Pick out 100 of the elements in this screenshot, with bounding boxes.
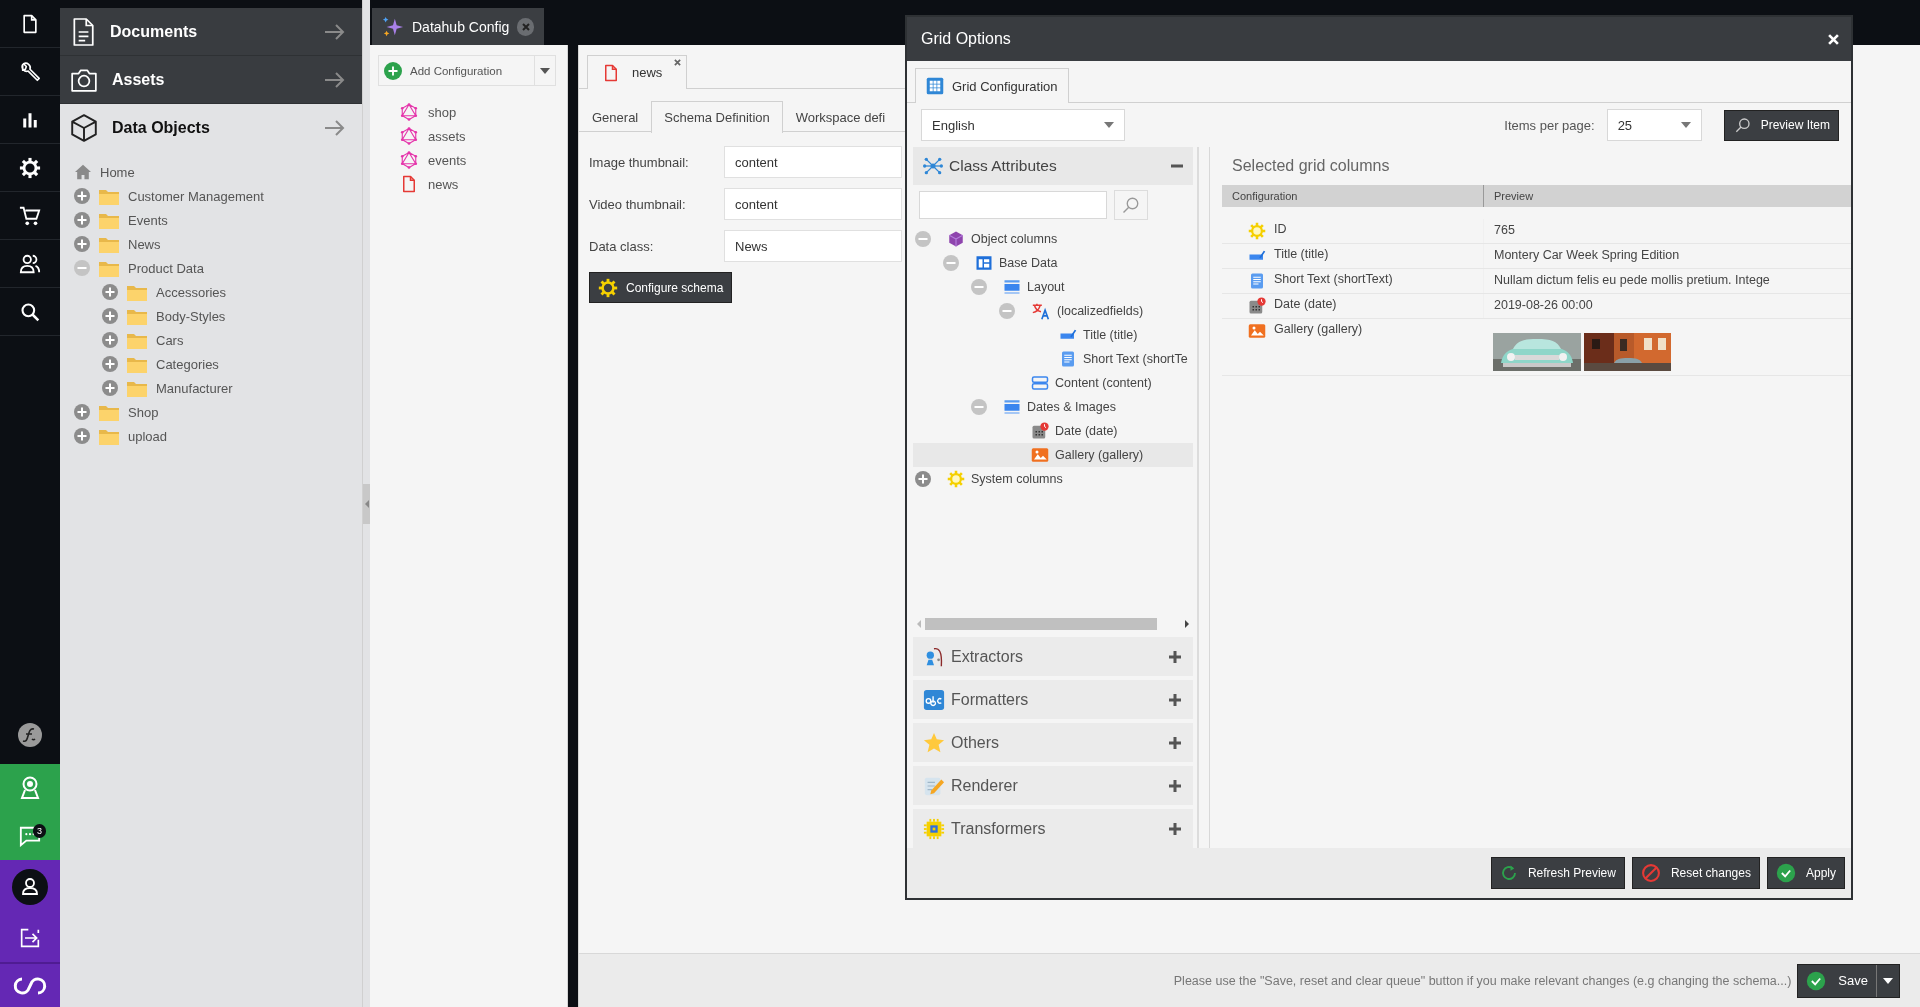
text-field[interactable]: News bbox=[724, 230, 902, 262]
configuration-item[interactable]: events bbox=[428, 152, 467, 168]
tree-item[interactable]: (localizedfields) bbox=[1057, 304, 1144, 318]
image-icon bbox=[1248, 322, 1266, 340]
tree-item[interactable]: upload bbox=[128, 428, 168, 444]
footer-button[interactable]: Refresh Preview bbox=[1490, 857, 1625, 889]
accordion-panel[interactable]: Others bbox=[913, 723, 1193, 762]
tree-row[interactable]: Base Data bbox=[913, 251, 1193, 275]
search-button[interactable] bbox=[1114, 190, 1148, 220]
configuration-item[interactable]: assets bbox=[428, 128, 466, 144]
expand-toggle[interactable] bbox=[915, 471, 931, 487]
tree-item[interactable]: Base Data bbox=[999, 256, 1058, 270]
folder-icon bbox=[126, 331, 148, 349]
items-per-page-select[interactable]: 25 bbox=[1606, 109, 1702, 141]
search-field[interactable] bbox=[919, 191, 1107, 219]
close-icon bbox=[674, 59, 681, 66]
tree-item[interactable]: News bbox=[128, 236, 161, 252]
collapse-toggle[interactable] bbox=[74, 260, 90, 276]
image-icon bbox=[1031, 446, 1049, 464]
close-icon[interactable] bbox=[517, 17, 534, 36]
tab[interactable]: Workspace defi bbox=[782, 101, 899, 132]
preview-item-button[interactable]: Preview Item bbox=[1723, 109, 1839, 141]
tab[interactable]: General bbox=[579, 101, 652, 132]
document-tab[interactable]: news bbox=[587, 55, 687, 89]
tree-row[interactable]: Gallery (gallery) bbox=[913, 443, 1193, 467]
tab[interactable]: Schema Definition bbox=[651, 101, 783, 133]
expand-toggle[interactable] bbox=[74, 404, 90, 420]
tree-item[interactable]: System columns bbox=[971, 472, 1063, 486]
close-icon bbox=[1828, 33, 1839, 45]
expand-toggle[interactable] bbox=[102, 380, 118, 396]
tree-item[interactable]: Gallery (gallery) bbox=[1055, 448, 1144, 462]
tree-item[interactable]: Dates & Images bbox=[1027, 400, 1116, 414]
text-format-icon bbox=[923, 688, 945, 711]
plus-circle-icon bbox=[384, 61, 402, 80]
expand-toggle[interactable] bbox=[74, 212, 90, 228]
expand-toggle[interactable] bbox=[74, 188, 90, 204]
collapse-toggle[interactable] bbox=[943, 255, 959, 271]
expand-toggle[interactable] bbox=[74, 236, 90, 252]
expand-toggle[interactable] bbox=[74, 428, 90, 444]
configure-schema-button[interactable]: Configure schema bbox=[589, 272, 733, 303]
navigation-section[interactable]: Documents bbox=[60, 8, 362, 56]
layout-icon bbox=[1003, 278, 1021, 296]
tree-row[interactable]: Short Text (shortTe bbox=[913, 347, 1193, 371]
tree-row[interactable]: Title (title) bbox=[913, 323, 1193, 347]
collapse-toggle[interactable] bbox=[971, 399, 987, 415]
tree-row[interactable]: Object columns bbox=[913, 227, 1193, 251]
tree-item[interactable]: Customer Management bbox=[128, 188, 264, 204]
tab[interactable]: Grid Configuration bbox=[915, 68, 1069, 103]
app-tab[interactable]: Datahub Config bbox=[372, 8, 544, 45]
expand-toggle[interactable] bbox=[102, 356, 118, 372]
collapse-handle[interactable] bbox=[363, 483, 370, 524]
tree-item[interactable]: Layout bbox=[1027, 280, 1065, 294]
tree-row[interactable]: Layout bbox=[913, 275, 1193, 299]
accordion-panel[interactable]: Transformers bbox=[913, 809, 1193, 848]
tree-item[interactable]: Product Data bbox=[128, 260, 204, 276]
accordion-panel[interactable]: Formatters bbox=[913, 680, 1193, 719]
close-button[interactable] bbox=[1828, 33, 1839, 45]
arrow-right-icon bbox=[324, 22, 346, 41]
folder-icon bbox=[98, 403, 120, 421]
language-select[interactable]: English bbox=[921, 109, 1125, 141]
tree-item[interactable]: Short Text (shortTe bbox=[1083, 352, 1188, 366]
footer-button[interactable]: Reset changes bbox=[1631, 857, 1760, 889]
tree-item[interactable]: Cars bbox=[156, 332, 184, 348]
tree-row[interactable]: (localizedfields) bbox=[913, 299, 1193, 323]
tree-item[interactable]: Shop bbox=[128, 404, 159, 420]
tree-row[interactable]: Dates & Images bbox=[913, 395, 1193, 419]
column-header[interactable]: Preview bbox=[1483, 185, 1851, 207]
tree-row[interactable]: Content (content) bbox=[913, 371, 1193, 395]
expand-toggle[interactable] bbox=[102, 284, 118, 300]
collapse-toggle[interactable] bbox=[971, 279, 987, 295]
plus-icon bbox=[1169, 779, 1181, 792]
tree-item[interactable]: Categories bbox=[156, 356, 219, 372]
tree-item[interactable]: Home bbox=[100, 164, 135, 180]
collapse-toggle[interactable] bbox=[999, 303, 1015, 319]
tree-item[interactable]: Object columns bbox=[971, 232, 1058, 246]
accordion-panel[interactable]: Extractors bbox=[913, 637, 1193, 676]
configuration-item[interactable]: news bbox=[428, 176, 459, 192]
tree-item[interactable]: Manufacturer bbox=[156, 380, 233, 396]
table-cell: Date (date) bbox=[1274, 297, 1337, 311]
accordion-panel[interactable]: Renderer bbox=[913, 766, 1193, 805]
text-field[interactable]: content bbox=[724, 188, 902, 220]
tree-row[interactable]: Date (date) bbox=[913, 419, 1193, 443]
tree-item[interactable]: Accessories bbox=[156, 284, 227, 300]
column-header[interactable]: Configuration bbox=[1222, 185, 1483, 207]
navigation-section[interactable]: Assets bbox=[60, 56, 362, 104]
collapse-toggle[interactable] bbox=[915, 231, 931, 247]
folder-icon bbox=[98, 187, 120, 205]
configuration-item[interactable]: shop bbox=[428, 104, 457, 120]
tree-item[interactable]: Title (title) bbox=[1083, 328, 1138, 342]
navigation-section[interactable]: Data Objects bbox=[60, 104, 362, 152]
tree-item[interactable]: Date (date) bbox=[1055, 424, 1118, 438]
expand-toggle[interactable] bbox=[102, 308, 118, 324]
tree-item[interactable]: Content (content) bbox=[1055, 376, 1152, 390]
tree-row[interactable]: System columns bbox=[913, 467, 1193, 491]
text-field[interactable]: content bbox=[724, 146, 902, 178]
expand-toggle[interactable] bbox=[102, 332, 118, 348]
tree-item[interactable]: Body-Styles bbox=[156, 308, 226, 324]
footer-button[interactable]: Apply bbox=[1766, 857, 1845, 889]
document-icon bbox=[602, 62, 620, 83]
tree-item[interactable]: Events bbox=[128, 212, 168, 228]
